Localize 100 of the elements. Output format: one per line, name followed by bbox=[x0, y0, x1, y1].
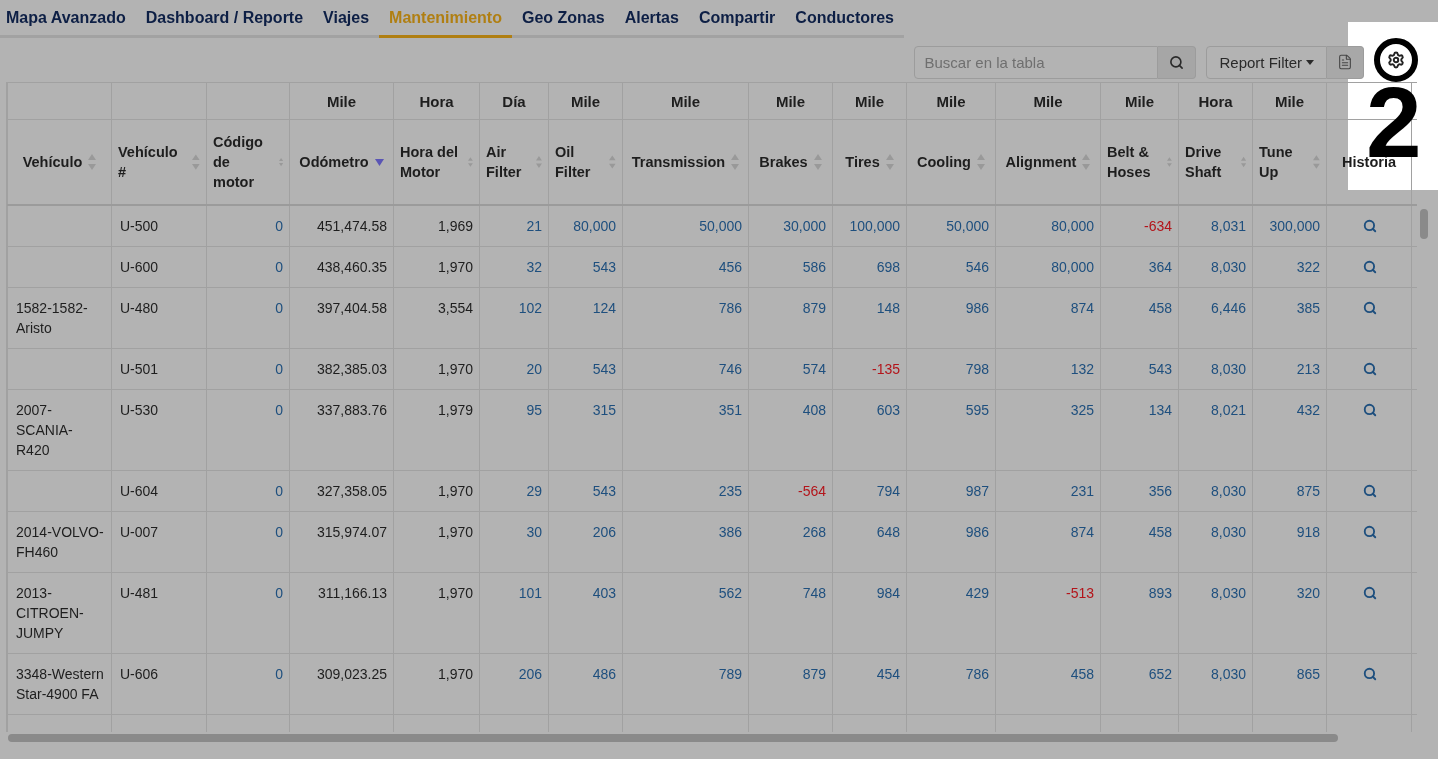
sort-icon bbox=[1167, 154, 1172, 170]
column-header[interactable]: Tires bbox=[845, 152, 894, 172]
table-cell: 100,000 bbox=[849, 218, 900, 234]
table-cell: 8,030 bbox=[1210, 361, 1246, 377]
sort-icon bbox=[609, 154, 616, 170]
table-cell: U-480 bbox=[120, 300, 159, 316]
column-header[interactable]: Brakes bbox=[759, 152, 822, 172]
history-search-button[interactable] bbox=[1363, 586, 1377, 600]
sort-icon bbox=[813, 154, 822, 170]
table-cell: 458 bbox=[1148, 300, 1172, 316]
table-cell: 2014-VOLVO-FH460 bbox=[16, 524, 104, 560]
table-cell: 865 bbox=[1296, 666, 1320, 682]
scrollbar-thumb[interactable] bbox=[8, 734, 1338, 742]
unit-label: Mile bbox=[854, 92, 885, 110]
unit-label: Mile bbox=[1274, 92, 1305, 110]
column-header[interactable]: Odómetro bbox=[299, 152, 384, 172]
table-cell: 403 bbox=[592, 585, 616, 601]
table-cell: 8,030 bbox=[1210, 524, 1246, 540]
unit-label: Mile bbox=[1033, 92, 1063, 110]
history-search-button[interactable] bbox=[1363, 525, 1377, 539]
table-cell: 382,385.03 bbox=[316, 361, 387, 377]
nav-tab[interactable]: Conductores bbox=[785, 0, 904, 38]
history-search-button[interactable] bbox=[1363, 484, 1377, 498]
table-cell: 8,021 bbox=[1210, 402, 1246, 418]
search-icon bbox=[1363, 525, 1377, 539]
table-cell: 364 bbox=[1148, 259, 1172, 275]
table-cell: 1,970 bbox=[437, 483, 473, 499]
nav-tab[interactable]: Alertas bbox=[614, 0, 689, 38]
table-cell: 1,970 bbox=[437, 585, 473, 601]
search-icon bbox=[1363, 484, 1377, 498]
sort-icon bbox=[1313, 154, 1320, 170]
table-cell: 794 bbox=[876, 483, 900, 499]
table-cell: 32 bbox=[526, 259, 542, 275]
table-cell: 315,974.07 bbox=[316, 524, 387, 540]
table-cell: 6,446 bbox=[1210, 300, 1246, 316]
table-cell: U-481 bbox=[120, 585, 159, 601]
nav-tab[interactable]: Geo Zonas bbox=[511, 0, 615, 38]
search-button[interactable] bbox=[1158, 45, 1197, 79]
table-cell: 8,030 bbox=[1210, 259, 1246, 275]
search-icon bbox=[1363, 403, 1377, 417]
table-cell: 80,000 bbox=[1051, 218, 1094, 234]
nav-tab[interactable]: Dashboard / Reporte bbox=[135, 0, 314, 38]
document-icon bbox=[1337, 54, 1353, 70]
sort-icon bbox=[536, 154, 542, 170]
nav-tab[interactable]: Mapa Avanzado bbox=[0, 0, 136, 38]
table-cell: 124 bbox=[592, 300, 616, 316]
table-cell: U-500 bbox=[120, 218, 159, 234]
table-cell: 458 bbox=[1148, 524, 1172, 540]
history-search-button[interactable] bbox=[1363, 362, 1377, 376]
table-cell: 429 bbox=[965, 585, 989, 601]
sort-descending-icon bbox=[374, 158, 384, 166]
nav-tab[interactable]: Compartir bbox=[688, 0, 786, 38]
table-cell: 987 bbox=[965, 483, 989, 499]
table-cell: U-600 bbox=[120, 259, 159, 275]
table-cell: 893 bbox=[1148, 585, 1172, 601]
table-cell: 268 bbox=[802, 524, 826, 540]
column-header[interactable]: Cooling bbox=[917, 152, 985, 172]
table-cell: 918 bbox=[1296, 524, 1320, 540]
nav-tab[interactable]: Viajes bbox=[313, 0, 380, 38]
unit-label: Día bbox=[502, 92, 526, 110]
table-cell: 30 bbox=[526, 524, 542, 540]
table-cell: 102 bbox=[518, 300, 542, 316]
history-search-button[interactable] bbox=[1363, 260, 1377, 274]
history-search-button[interactable] bbox=[1363, 301, 1377, 315]
search-field[interactable]: Buscar en la tabla bbox=[914, 45, 1159, 79]
table-cell: 1,970 bbox=[437, 361, 473, 377]
table-cell: 0 bbox=[275, 361, 283, 377]
table-cell: 8,030 bbox=[1210, 483, 1246, 499]
sort-icon bbox=[1240, 154, 1246, 170]
table-cell: 320 bbox=[1296, 585, 1320, 601]
table-cell: 543 bbox=[592, 361, 616, 377]
table-cell: 648 bbox=[876, 524, 900, 540]
table-cell: 397,404.58 bbox=[316, 300, 387, 316]
unit-label: Mile bbox=[326, 92, 357, 110]
export-button[interactable] bbox=[1327, 45, 1364, 79]
table-cell: 874 bbox=[1070, 300, 1094, 316]
table-cell: 3,554 bbox=[437, 300, 473, 316]
table-cell: U-530 bbox=[120, 402, 159, 418]
table-cell: 562 bbox=[718, 585, 742, 601]
table-cell: 879 bbox=[802, 666, 826, 682]
history-search-button[interactable] bbox=[1363, 219, 1377, 233]
table-cell: 1,970 bbox=[437, 524, 473, 540]
table-cell: 30,000 bbox=[783, 218, 826, 234]
table-cell: U-604 bbox=[120, 483, 159, 499]
table-cell: 456 bbox=[718, 259, 742, 275]
history-search-button[interactable] bbox=[1363, 667, 1377, 681]
table-cell: 0 bbox=[275, 218, 283, 234]
table-cell: 50,000 bbox=[946, 218, 989, 234]
column-header[interactable]: Alignment bbox=[1005, 152, 1091, 172]
table-cell: 543 bbox=[592, 259, 616, 275]
history-search-button[interactable] bbox=[1363, 403, 1377, 417]
table-cell: -634 bbox=[1143, 218, 1172, 234]
column-header[interactable]: Transmission bbox=[631, 152, 740, 172]
report-filter-button[interactable]: Report Filter bbox=[1206, 45, 1327, 79]
table-cell: 2013-CITROEN-JUMPY bbox=[16, 585, 84, 641]
column-header[interactable]: Vehículo bbox=[22, 152, 97, 172]
sort-icon bbox=[731, 154, 740, 170]
unit-label: Mile bbox=[1124, 92, 1155, 110]
scrollbar-thumb[interactable] bbox=[1420, 209, 1428, 239]
table-cell: 3348-Western Star-4900 FA bbox=[16, 666, 104, 702]
